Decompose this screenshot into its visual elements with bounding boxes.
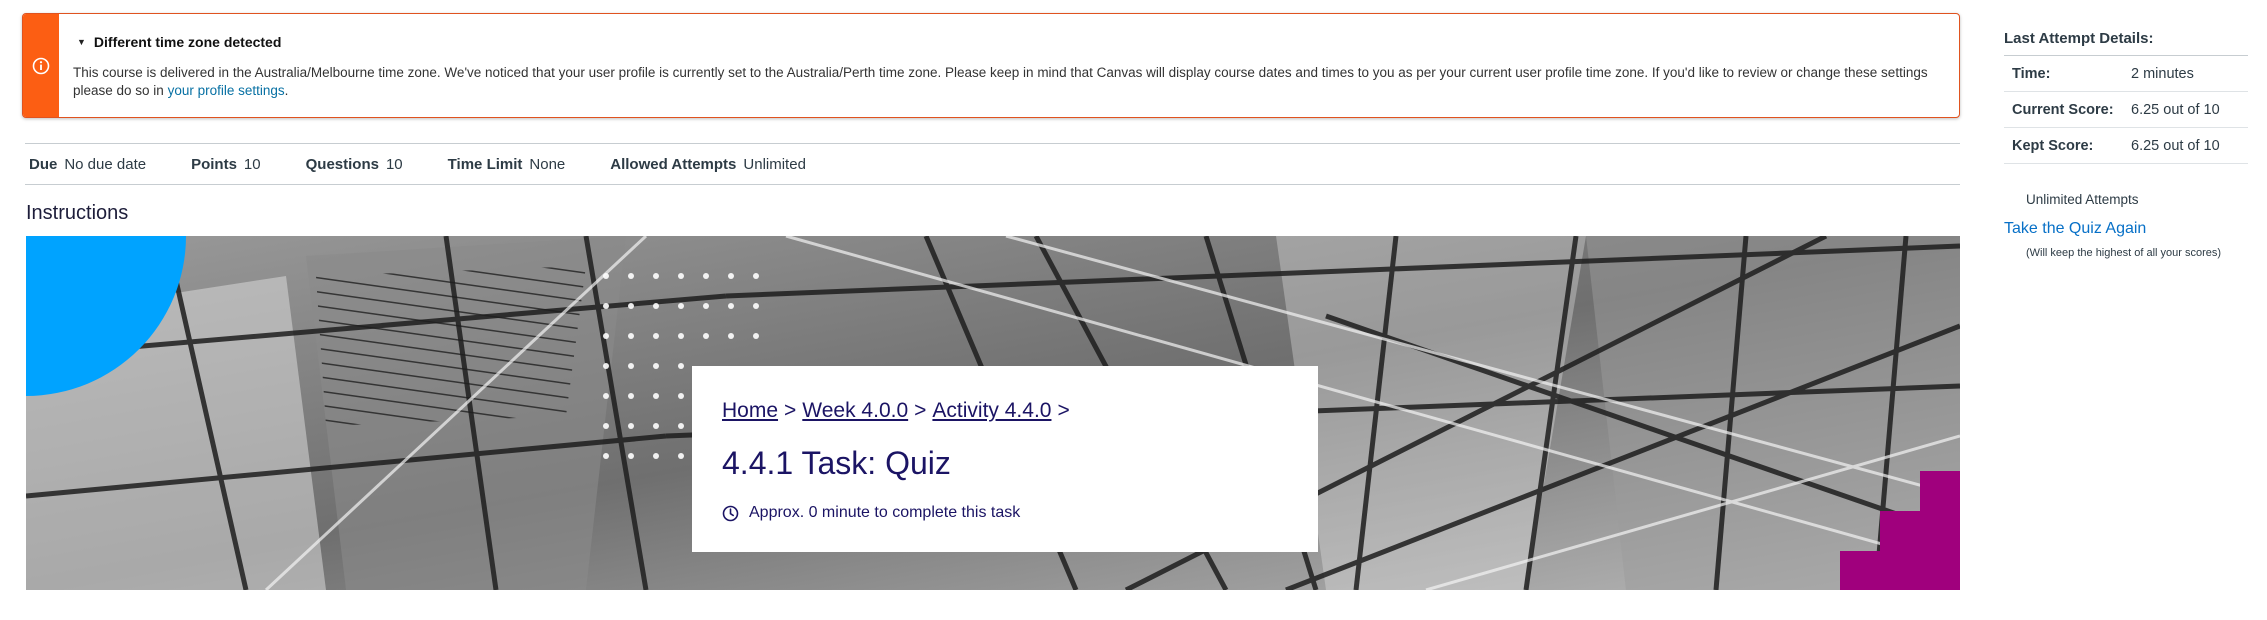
breadcrumb: Home > Week 4.0.0 > Activity 4.4.0 > bbox=[722, 399, 1288, 423]
time-limit-value: None bbox=[529, 155, 566, 173]
alert-end-text: . bbox=[284, 83, 289, 98]
alert-title: Different time zone detected bbox=[93, 34, 282, 50]
allowed-attempts-label: Allowed Attempts bbox=[610, 155, 737, 173]
breadcrumb-separator: > bbox=[1057, 399, 1070, 422]
due-value: No due date bbox=[64, 155, 147, 173]
questions-label: Questions bbox=[305, 155, 379, 173]
current-score-label: Current Score: bbox=[2012, 101, 2114, 118]
kept-score-label: Kept Score: bbox=[2012, 137, 2094, 154]
profile-settings-link[interactable]: your profile settings bbox=[168, 83, 285, 98]
alert-toggle[interactable]: ▼ Different time zone detected bbox=[77, 34, 281, 50]
current-score-row: Current Score: 6.25 out of 10 bbox=[2004, 92, 2248, 128]
caret-down-icon: ▼ bbox=[77, 37, 86, 47]
quiz-info-bar: Due No due date Points 10 Questions 10 T… bbox=[25, 143, 1960, 185]
duration-note: Approx. 0 minute to complete this task bbox=[722, 504, 1288, 522]
alert-body-text: This course is delivered in the Australi… bbox=[73, 65, 1928, 98]
breadcrumb-separator: > bbox=[784, 399, 797, 422]
kept-score-row: Kept Score: 6.25 out of 10 bbox=[2004, 128, 2248, 164]
allowed-attempts-info: Allowed Attempts Unlimited bbox=[610, 156, 806, 173]
timezone-alert: ▼ Different time zone detected This cour… bbox=[22, 13, 1960, 118]
kept-score-value: 6.25 out of 10 bbox=[2131, 137, 2220, 154]
unlimited-attempts-text: Unlimited Attempts bbox=[2026, 192, 2139, 207]
last-attempt-title: Last Attempt Details: bbox=[2004, 30, 2248, 56]
breadcrumb-activity-link[interactable]: Activity 4.4.0 bbox=[932, 399, 1051, 423]
points-label: Points bbox=[191, 155, 237, 173]
time-limit-info: Time Limit None bbox=[448, 156, 566, 173]
last-attempt-sidebar: Last Attempt Details: Time: 2 minutes Cu… bbox=[2004, 30, 2248, 259]
banner-card: Home > Week 4.0.0 > Activity 4.4.0 > 4.4… bbox=[692, 366, 1318, 552]
questions-value: 10 bbox=[385, 155, 403, 173]
questions-info: Questions 10 bbox=[306, 156, 403, 173]
current-score-value: 6.25 out of 10 bbox=[2131, 101, 2220, 118]
points-info: Points 10 bbox=[191, 156, 261, 173]
task-title: 4.4.1 Task: Quiz bbox=[722, 445, 951, 481]
module-banner: Home > Week 4.0.0 > Activity 4.4.0 > 4.4… bbox=[26, 236, 1960, 590]
alert-icon-strip bbox=[23, 14, 59, 117]
time-limit-label: Time Limit bbox=[447, 155, 523, 173]
info-icon bbox=[32, 57, 50, 74]
due-info: Due No due date bbox=[29, 156, 146, 173]
breadcrumb-home-link[interactable]: Home bbox=[722, 399, 778, 423]
alert-message: This course is delivered in the Australi… bbox=[73, 64, 1943, 100]
breadcrumb-separator: > bbox=[914, 399, 927, 422]
take-quiz-again-link[interactable]: Take the Quiz Again bbox=[2004, 220, 2248, 238]
breadcrumb-week-link[interactable]: Week 4.0.0 bbox=[802, 399, 908, 423]
duration-text: Approx. 0 minute to complete this task bbox=[749, 504, 1021, 521]
keep-highest-note: (Will keep the highest of all your score… bbox=[2026, 247, 2222, 259]
instructions-heading: Instructions bbox=[26, 202, 129, 224]
clock-icon bbox=[722, 505, 739, 521]
allowed-attempts-value: Unlimited bbox=[743, 155, 806, 173]
time-value: 2 minutes bbox=[2131, 65, 2194, 82]
time-row: Time: 2 minutes bbox=[2004, 56, 2248, 92]
due-label: Due bbox=[29, 155, 58, 173]
points-value: 10 bbox=[243, 155, 261, 173]
time-label: Time: bbox=[2012, 65, 2051, 82]
